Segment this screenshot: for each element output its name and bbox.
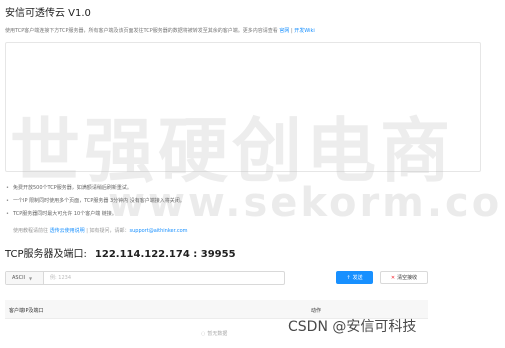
send-input-group: ASCII ▼ (5, 271, 285, 285)
clear-receive-button[interactable]: ✕ 清空接收 (380, 271, 428, 284)
page-title: 安信可透传云 V1.0 (5, 8, 91, 19)
encoding-select[interactable]: ASCII ▼ (6, 272, 44, 284)
description-text: 使用TCP客户端连接下方TCP服务器，所有客户端及该页面发往TCP服务器的数据将… (5, 28, 278, 34)
note-item: TCP服务器同时最大可允许 10个客户端 链接。 (5, 208, 185, 221)
notes-list: 免费开放500个TCP服务器，如满额请稍后刷新重试。 一个IP 限制同时使用多个… (5, 182, 185, 221)
column-header-client: 客户端IP及端口 (9, 308, 44, 314)
contact-middle: | 如有疑问，请邮： (84, 228, 130, 234)
message-input[interactable] (44, 272, 284, 284)
official-site-link[interactable]: 官网 (279, 28, 289, 34)
server-info: TCP服务器及端口: 122.114.122.174 : 39955 (5, 245, 236, 260)
empty-icon: ◌ (201, 330, 206, 337)
chevron-down-icon: ▼ (29, 275, 33, 281)
arrow-up-icon: ↑ (346, 274, 351, 281)
dev-wiki-link[interactable]: 开发Wiki (294, 28, 315, 34)
watermark-csdn: CSDN @安信可科技 (288, 319, 417, 335)
encoding-value: ASCII (12, 275, 26, 281)
support-email-link[interactable]: support@aithinker.com (130, 228, 188, 234)
server-address: 122.114.122.174 : 39955 (94, 249, 236, 260)
close-icon: ✕ (390, 274, 396, 281)
page-description: 使用TCP客户端连接下方TCP服务器，所有客户端及该页面发往TCP服务器的数据将… (5, 27, 315, 34)
server-label: TCP服务器及端口: (5, 249, 87, 260)
receive-log-area[interactable] (5, 42, 481, 172)
note-item: 免费开放500个TCP服务器，如满额请稍后刷新重试。 (5, 182, 185, 195)
send-button[interactable]: ↑ 发送 (336, 271, 373, 284)
tutorial-link[interactable]: 透传云使用说明 (50, 228, 85, 234)
empty-text: 暂无数据 (207, 331, 228, 337)
contact-prefix: 使用教程请前往 (13, 228, 49, 234)
clear-label: 清空接收 (397, 275, 418, 281)
send-label: 发送 (352, 275, 363, 281)
contact-line: 使用教程请前往 透传云使用说明 | 如有疑问，请邮：support@aithin… (13, 227, 188, 234)
note-item: 一个IP 限制同时使用多个页面，TCP服务器 3分钟内 没有客户端接入将关闭。 (5, 195, 185, 208)
column-header-action: 动作 (311, 308, 322, 314)
empty-state: ◌ 暂无数据 (201, 330, 228, 338)
